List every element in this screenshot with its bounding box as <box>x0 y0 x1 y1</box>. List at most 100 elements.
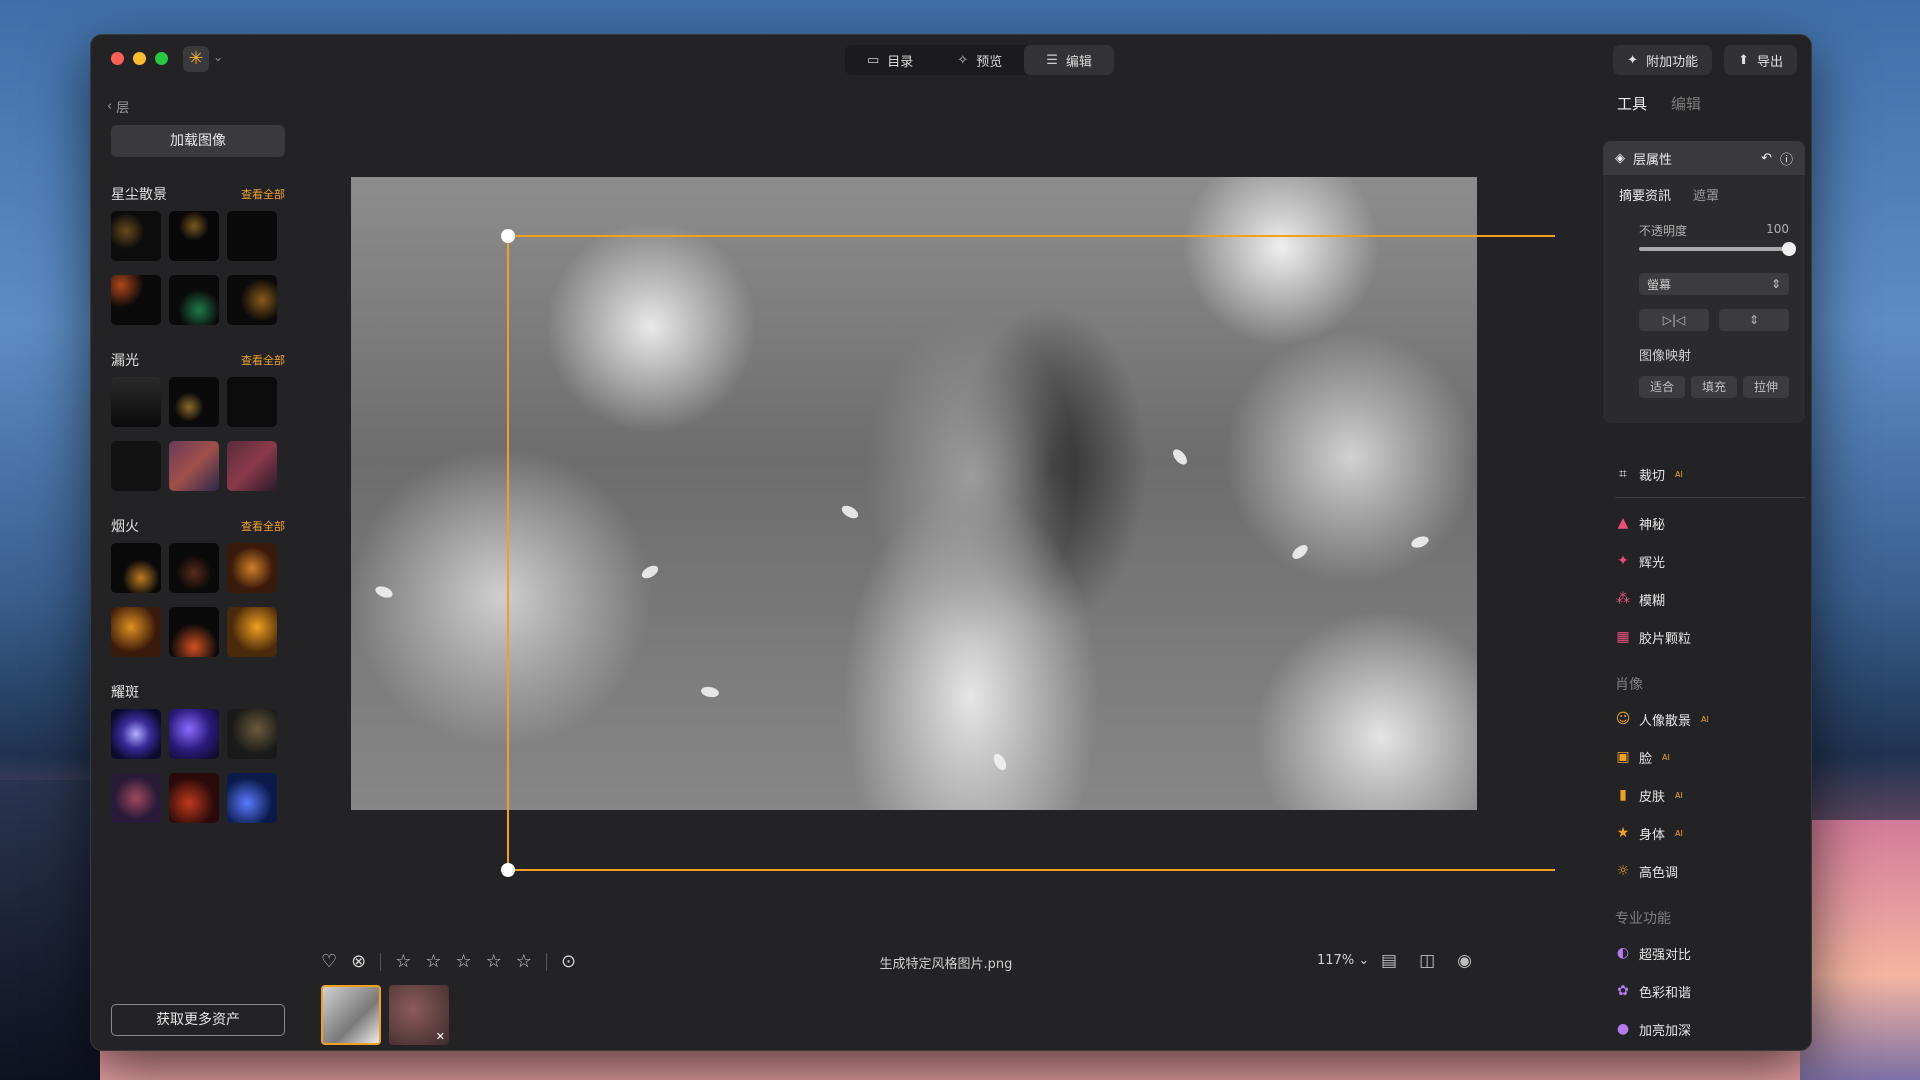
tool-label: 皮肤 <box>1639 789 1666 805</box>
compare-icon[interactable]: ◫ <box>1419 951 1435 971</box>
asset-thumbnail[interactable] <box>111 773 161 823</box>
crop-edge-bottom[interactable] <box>507 869 1555 871</box>
asset-thumbnail[interactable] <box>111 211 161 261</box>
tool-super-contrast[interactable]: ◐ 超强对比 <box>1615 934 1805 972</box>
asset-thumbnail[interactable] <box>169 275 219 325</box>
opacity-slider[interactable] <box>1639 242 1796 256</box>
get-more-assets-button[interactable]: 获取更多资产 <box>111 1004 285 1036</box>
asset-thumbnail[interactable] <box>227 275 277 325</box>
asset-thumbnail[interactable] <box>227 441 277 491</box>
asset-thumbnail[interactable] <box>111 543 161 593</box>
back-button[interactable]: ‹ 层 <box>107 97 129 116</box>
crop-edge-left[interactable] <box>507 235 509 871</box>
export-button[interactable]: ⬆ 导出 <box>1724 45 1797 75</box>
title-actions: ✦ 附加功能 ⬆ 导出 <box>1613 45 1797 75</box>
asset-section-light-leak: 漏光 查看全部 <box>111 351 285 491</box>
blur-icon: ⁂ <box>1616 591 1630 607</box>
blend-mode-select[interactable]: 螢幕 ⇕ <box>1639 273 1789 295</box>
tool-label: 身体 <box>1639 827 1666 843</box>
map-fill-button[interactable]: 填充 <box>1691 376 1737 398</box>
asset-thumbnail[interactable] <box>111 441 161 491</box>
app-logo-icon[interactable]: ✳ <box>183 46 209 72</box>
chevron-updown-icon: ⇕ <box>1770 277 1781 291</box>
view-all-link[interactable]: 查看全部 <box>241 352 285 368</box>
zoom-window-button[interactable] <box>155 52 168 65</box>
asset-thumbnail[interactable] <box>169 441 219 491</box>
eye-icon[interactable]: ◉ <box>1457 951 1472 971</box>
asset-thumbnail[interactable] <box>227 211 277 261</box>
opacity-label: 不透明度 <box>1639 224 1688 238</box>
chevron-down-icon[interactable]: ⌄ <box>213 50 223 64</box>
image-canvas[interactable] <box>351 177 1477 810</box>
subtab-summary[interactable]: 摘要资訊 <box>1619 185 1671 204</box>
undo-icon[interactable]: ↶ <box>1761 151 1772 166</box>
asset-thumbnail[interactable] <box>169 211 219 261</box>
tool-crop[interactable]: ⌗ 裁切 AI <box>1615 455 1805 493</box>
tool-portrait-bokeh[interactable]: ☺ 人像散景 AI <box>1615 700 1805 738</box>
tool-face[interactable]: ▣ 脸 AI <box>1615 738 1805 776</box>
tool-label: 加亮加深 <box>1639 1023 1692 1039</box>
petal-decoration <box>839 503 861 521</box>
tool-label: 胶片颗粒 <box>1639 631 1692 647</box>
tool-body[interactable]: ★ 身体 AI <box>1615 814 1805 852</box>
asset-thumbnail[interactable] <box>227 377 277 427</box>
asset-thumbnail[interactable] <box>169 377 219 427</box>
layers-icon: ◈ <box>1615 150 1625 166</box>
extras-button[interactable]: ✦ 附加功能 <box>1613 45 1713 75</box>
sparkle-icon: ✦ <box>1627 52 1639 68</box>
crop-handle-top-left[interactable] <box>501 229 515 243</box>
asset-thumbnail[interactable] <box>111 709 161 759</box>
filmstrip-toggle-icon[interactable]: ▤ <box>1381 951 1397 971</box>
map-stretch-button[interactable]: 拉伸 <box>1743 376 1789 398</box>
canvas-area[interactable] <box>301 85 1591 985</box>
tool-dodge-burn[interactable]: ● 加亮加深 <box>1615 1010 1805 1048</box>
asset-thumbnail[interactable] <box>111 607 161 657</box>
crop-edge-top[interactable] <box>507 235 1555 237</box>
tab-tools[interactable]: 工具 <box>1617 93 1647 114</box>
petal-decoration <box>700 685 720 699</box>
tool-glow[interactable]: ✦ 辉光 <box>1615 542 1805 580</box>
asset-thumbnail[interactable] <box>227 709 277 759</box>
zoom-value: 117% <box>1317 953 1355 968</box>
load-image-button[interactable]: 加载图像 <box>111 125 285 157</box>
close-icon[interactable]: ✕ <box>436 1030 445 1043</box>
asset-thumbnail[interactable] <box>111 275 161 325</box>
asset-thumbnail[interactable] <box>227 607 277 657</box>
filmstrip-thumbnail-selected[interactable] <box>321 985 381 1045</box>
tool-label: 超强对比 <box>1639 947 1692 963</box>
high-key-icon: ☼ <box>1616 863 1630 879</box>
tool-high-key[interactable]: ☼ 高色调 <box>1615 852 1805 890</box>
tool-color-harmony[interactable]: ✿ 色彩和谐 <box>1615 972 1805 1010</box>
tab-catalog[interactable]: ▭ 目录 <box>845 45 935 75</box>
info-icon[interactable]: ⓘ <box>1780 149 1793 168</box>
minimize-window-button[interactable] <box>133 52 146 65</box>
asset-thumbnail[interactable] <box>227 773 277 823</box>
flip-horizontal-button[interactable]: ▷|◁ <box>1639 309 1709 331</box>
asset-thumbnail[interactable] <box>111 377 161 427</box>
asset-thumbnail[interactable] <box>169 709 219 759</box>
asset-thumbnail[interactable] <box>169 773 219 823</box>
export-label: 导出 <box>1756 54 1783 70</box>
map-fit-button[interactable]: 适合 <box>1639 376 1685 398</box>
tool-mystic[interactable]: ▲ 神秘 <box>1615 504 1805 542</box>
tab-presets[interactable]: ✧ 预览 <box>935 45 1024 75</box>
subtab-mask[interactable]: 遮罩 <box>1693 185 1719 204</box>
view-all-link[interactable]: 查看全部 <box>241 518 285 534</box>
filmstrip-thumbnail[interactable]: ✕ <box>389 985 449 1045</box>
asset-thumbnail[interactable] <box>169 607 219 657</box>
tool-film-grain[interactable]: ▦ 胶片颗粒 <box>1615 618 1805 656</box>
tab-edit-panel[interactable]: 编辑 <box>1671 93 1701 114</box>
zoom-dropdown[interactable]: 117% ⌄ <box>1317 953 1369 968</box>
tool-blur[interactable]: ⁂ 模糊 <box>1615 580 1805 618</box>
tool-skin[interactable]: ▮ 皮肤 AI <box>1615 776 1805 814</box>
view-all-link[interactable]: 查看全部 <box>241 186 285 202</box>
crop-handle-bottom-left[interactable] <box>501 863 515 877</box>
flip-vertical-button[interactable]: ⇕ <box>1719 309 1789 331</box>
asset-thumbnail[interactable] <box>169 543 219 593</box>
title-bar: ✳ ⌄ ▭ 目录 ✧ 预览 ☰ 编辑 ✦ 附加功能 ⬆ 导出 <box>91 35 1811 85</box>
opacity-slider-handle[interactable] <box>1782 242 1796 256</box>
asset-thumbnail[interactable] <box>227 543 277 593</box>
close-window-button[interactable] <box>111 52 124 65</box>
crop-icon: ⌗ <box>1619 466 1627 482</box>
tab-edit[interactable]: ☰ 编辑 <box>1024 45 1114 75</box>
